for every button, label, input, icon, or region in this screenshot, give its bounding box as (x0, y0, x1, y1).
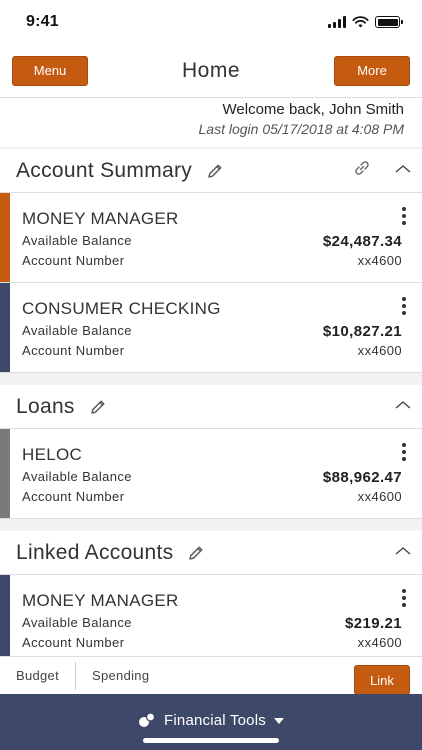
caret-down-icon (273, 718, 284, 724)
kebab-icon[interactable] (402, 297, 406, 315)
account-number: xx4600 (357, 253, 402, 268)
account-card[interactable]: CONSUMER CHECKING Available Balance $10,8… (0, 283, 422, 373)
financial-tools-bar[interactable]: Financial Tools (0, 694, 422, 750)
card-accent (0, 429, 10, 518)
pencil-icon[interactable] (89, 398, 107, 416)
menu-button[interactable]: Menu (12, 55, 88, 86)
account-name: MONEY MANAGER (22, 209, 179, 228)
account-number-label: Account Number (22, 253, 125, 268)
tab-budget[interactable]: Budget (0, 657, 75, 694)
account-number-label: Account Number (22, 343, 125, 358)
section-title: Linked Accounts (16, 540, 174, 564)
account-name: CONSUMER CHECKING (22, 299, 221, 318)
account-balance: $219.21 (344, 615, 402, 632)
status-time: 9:41 (26, 13, 59, 30)
section-linked-accounts: Linked Accounts (0, 531, 422, 575)
welcome-greeting: Welcome back, John Smith (222, 101, 404, 118)
account-card[interactable]: MONEY MANAGER Available Balance $219.21 A… (0, 575, 422, 665)
chevron-up-icon[interactable] (394, 162, 412, 180)
balance-label: Available Balance (22, 469, 132, 484)
account-number: xx4600 (357, 343, 402, 358)
pencil-icon[interactable] (187, 544, 205, 562)
chevron-up-icon[interactable] (394, 398, 412, 416)
kebab-icon[interactable] (402, 207, 406, 225)
wifi-icon (352, 16, 369, 28)
status-icons (328, 16, 403, 28)
link-button[interactable]: Link (354, 665, 410, 695)
balance-label: Available Balance (22, 323, 132, 338)
card-accent (0, 193, 10, 282)
account-card[interactable]: HELOC Available Balance $88,962.47 Accoun… (0, 429, 422, 519)
section-loans: Loans (0, 385, 422, 429)
pencil-icon[interactable] (206, 162, 224, 180)
tab-spending[interactable]: Spending (76, 657, 165, 694)
financial-tools-label: Financial Tools (164, 711, 266, 729)
balance-label: Available Balance (22, 615, 132, 630)
more-button[interactable]: More (334, 55, 410, 86)
section-account-summary: Account Summary (0, 149, 422, 193)
home-indicator[interactable] (143, 738, 279, 743)
kebab-icon[interactable] (402, 589, 406, 607)
card-accent (0, 575, 10, 664)
account-number-label: Account Number (22, 489, 125, 504)
chevron-up-icon[interactable] (394, 544, 412, 562)
page-title: Home (181, 58, 241, 82)
status-bar: 9:41 (0, 0, 422, 44)
account-balance: $10,827.21 (322, 323, 402, 340)
kebab-icon[interactable] (402, 443, 406, 461)
account-number: xx4600 (357, 489, 402, 504)
welcome-panel: Welcome back, John Smith Last login 05/1… (0, 98, 422, 147)
last-login: Last login 05/17/2018 at 4:08 PM (198, 121, 404, 137)
account-balance: $24,487.34 (322, 233, 402, 250)
account-balance: $88,962.47 (322, 469, 402, 486)
signal-icon (328, 16, 346, 28)
link-icon[interactable] (352, 158, 372, 183)
account-name: HELOC (22, 445, 83, 464)
account-number: xx4600 (357, 635, 402, 650)
app-header: Menu Home More (0, 44, 422, 98)
financial-tools-tabs: Budget Spending Link (0, 656, 422, 695)
account-card[interactable]: MONEY MANAGER Available Balance $24,487.3… (0, 193, 422, 283)
coins-icon (139, 712, 156, 727)
balance-label: Available Balance (22, 233, 132, 248)
account-name: MONEY MANAGER (22, 591, 179, 610)
section-title: Loans (16, 394, 75, 418)
battery-icon (375, 16, 403, 28)
section-title: Account Summary (16, 158, 193, 182)
card-accent (0, 283, 10, 372)
account-number-label: Account Number (22, 635, 125, 650)
